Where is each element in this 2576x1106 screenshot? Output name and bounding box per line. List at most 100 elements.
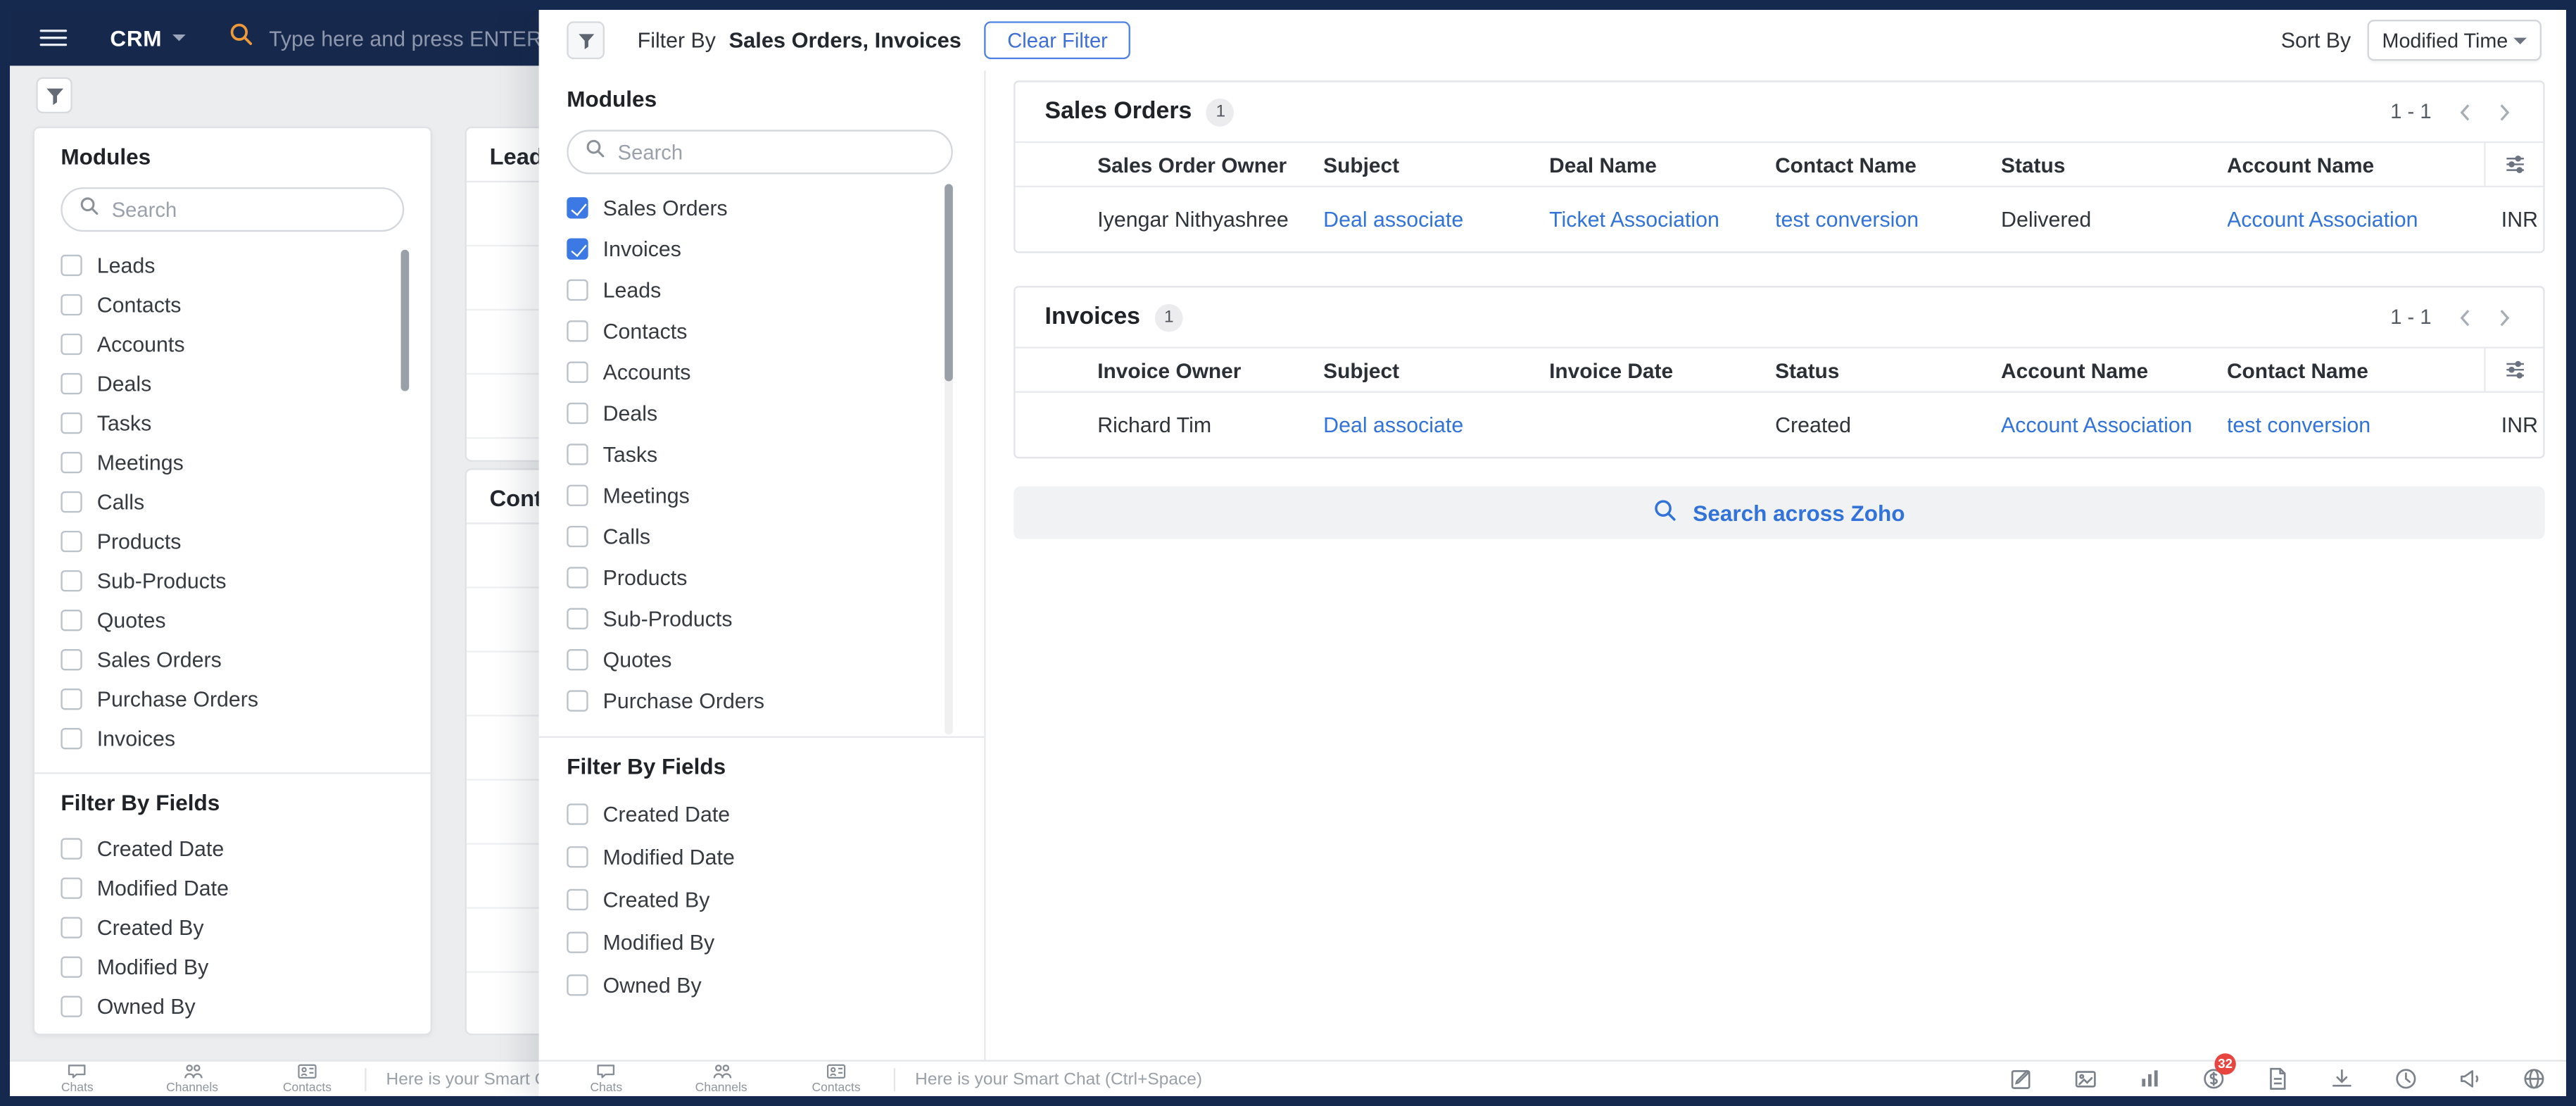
checkbox[interactable] <box>61 687 82 710</box>
checkbox[interactable] <box>567 444 588 465</box>
result-cell[interactable]: Created <box>1775 413 2001 437</box>
pagination-prev-button[interactable] <box>2459 103 2470 121</box>
checkbox[interactable] <box>61 253 82 275</box>
pagination-next-button[interactable] <box>2499 308 2510 327</box>
field-filter-option[interactable]: Created Date <box>567 792 953 835</box>
field-filter-option[interactable]: Owned By <box>61 986 404 1026</box>
checkbox[interactable] <box>61 727 82 749</box>
module-filter-option[interactable]: Deals <box>567 393 953 434</box>
result-cell[interactable]: Deal associate <box>1323 207 1549 232</box>
checkbox[interactable] <box>61 451 82 473</box>
checkbox[interactable] <box>567 197 588 219</box>
checkbox[interactable] <box>61 293 82 315</box>
checkbox[interactable] <box>567 845 588 867</box>
checkbox[interactable] <box>567 567 588 589</box>
field-filter-option[interactable]: Modified By <box>61 946 404 986</box>
chats-button[interactable]: Chats <box>20 1064 134 1094</box>
module-filter-option[interactable]: Sub-Products <box>567 598 953 639</box>
column-settings-button[interactable] <box>2484 348 2543 391</box>
checkbox[interactable] <box>567 608 588 629</box>
download-button[interactable] <box>2330 1067 2354 1091</box>
module-filter-option[interactable]: Meetings <box>61 442 404 482</box>
menu-toggle-icon[interactable] <box>39 28 68 48</box>
field-filter-option[interactable]: Modified By <box>567 920 953 963</box>
history-button[interactable] <box>2394 1067 2418 1091</box>
checkbox[interactable] <box>61 569 82 591</box>
module-filter-option[interactable]: Sales Orders <box>61 639 404 679</box>
channels-button[interactable]: Channels <box>134 1064 249 1094</box>
search-across-zoho-button[interactable]: Search across Zoho <box>1014 486 2545 539</box>
module-filter-option[interactable]: Quotes <box>567 639 953 680</box>
checkbox[interactable] <box>61 608 82 631</box>
checkbox[interactable] <box>567 931 588 953</box>
checkbox[interactable] <box>567 320 588 342</box>
compose-note-button[interactable] <box>2009 1067 2034 1091</box>
module-search-input[interactable] <box>111 198 386 221</box>
result-cell[interactable]: Delivered <box>2001 207 2227 232</box>
module-filter-option[interactable]: Sales Orders <box>567 187 953 228</box>
column-settings-button[interactable] <box>2484 143 2543 186</box>
result-cell[interactable]: Account Association <box>2001 413 2227 437</box>
module-filter-option[interactable]: Invoices <box>567 228 953 269</box>
module-filter-option[interactable]: Accounts <box>61 324 404 363</box>
checkbox[interactable] <box>567 361 588 383</box>
checkbox[interactable] <box>567 690 588 712</box>
checkbox[interactable] <box>61 837 82 859</box>
filter-toggle-button[interactable] <box>36 77 72 114</box>
sort-dropdown[interactable]: Modified Time <box>2367 20 2542 61</box>
module-filter-option[interactable]: Calls <box>61 482 404 521</box>
field-filter-option[interactable]: Created By <box>567 877 953 920</box>
module-filter-option[interactable]: Accounts <box>567 352 953 393</box>
module-filter-option[interactable]: Contacts <box>61 284 404 324</box>
scrollbar-thumb[interactable] <box>400 249 410 391</box>
scrollbar-thumb[interactable] <box>945 184 953 382</box>
result-cell[interactable]: Account Association <box>2227 207 2488 232</box>
clear-filter-button[interactable]: Clear Filter <box>984 21 1131 60</box>
module-filter-option[interactable]: Contacts <box>567 310 953 351</box>
pagination-next-button[interactable] <box>2499 103 2510 121</box>
result-cell[interactable]: Richard Tim <box>1097 413 1323 437</box>
module-filter-option[interactable]: Leads <box>61 245 404 284</box>
table-row[interactable]: Richard Tim Deal associate Created Account … <box>1016 393 2544 457</box>
field-filter-option[interactable]: Created By <box>61 907 404 946</box>
checkbox[interactable] <box>567 484 588 506</box>
module-filter-option[interactable]: Leads <box>567 270 953 310</box>
contacts-button[interactable]: Contacts <box>250 1064 365 1094</box>
field-filter-option[interactable]: Created Date <box>61 828 404 867</box>
result-cell[interactable]: INR 1 <box>2488 207 2544 232</box>
module-filter-option[interactable]: Products <box>61 521 404 560</box>
channels-button[interactable]: Channels <box>664 1064 778 1094</box>
scrollbar[interactable] <box>945 184 953 735</box>
checkbox[interactable] <box>567 803 588 824</box>
result-cell[interactable]: INR 1 <box>2488 413 2544 437</box>
chats-button[interactable]: Chats <box>549 1064 664 1094</box>
field-filter-option[interactable]: Modified Date <box>61 867 404 907</box>
currency-notifications-button[interactable]: 32 <box>2202 1053 2236 1091</box>
analytics-button[interactable] <box>2138 1067 2162 1091</box>
checkbox[interactable] <box>61 876 82 898</box>
announcement-button[interactable] <box>2458 1067 2482 1091</box>
module-filter-option[interactable]: Purchase Orders <box>567 680 953 721</box>
checkbox[interactable] <box>61 648 82 670</box>
result-cell[interactable]: test conversion <box>2227 413 2488 437</box>
checkbox[interactable] <box>61 490 82 513</box>
module-filter-option[interactable]: Purchase Orders <box>61 679 404 718</box>
filter-toggle-button[interactable] <box>567 21 605 60</box>
checkbox[interactable] <box>61 332 82 355</box>
app-switcher[interactable]: CRM <box>110 25 185 50</box>
pagination-prev-button[interactable] <box>2459 308 2470 327</box>
result-cell[interactable]: Deal associate <box>1323 413 1549 437</box>
checkbox[interactable] <box>567 279 588 301</box>
module-search-input[interactable] <box>617 140 935 164</box>
screenshot-button[interactable] <box>2073 1067 2098 1091</box>
checkbox[interactable] <box>567 888 588 910</box>
checkbox[interactable] <box>61 411 82 434</box>
checkbox[interactable] <box>567 238 588 260</box>
module-filter-option[interactable]: Sub-Products <box>61 560 404 600</box>
field-filter-option[interactable]: Owned By <box>567 963 953 1006</box>
checkbox[interactable] <box>61 529 82 552</box>
document-button[interactable] <box>2266 1067 2290 1091</box>
network-button[interactable] <box>2522 1067 2546 1091</box>
field-filter-option[interactable]: Modified Date <box>567 835 953 878</box>
module-filter-option[interactable]: Quotes <box>61 600 404 639</box>
